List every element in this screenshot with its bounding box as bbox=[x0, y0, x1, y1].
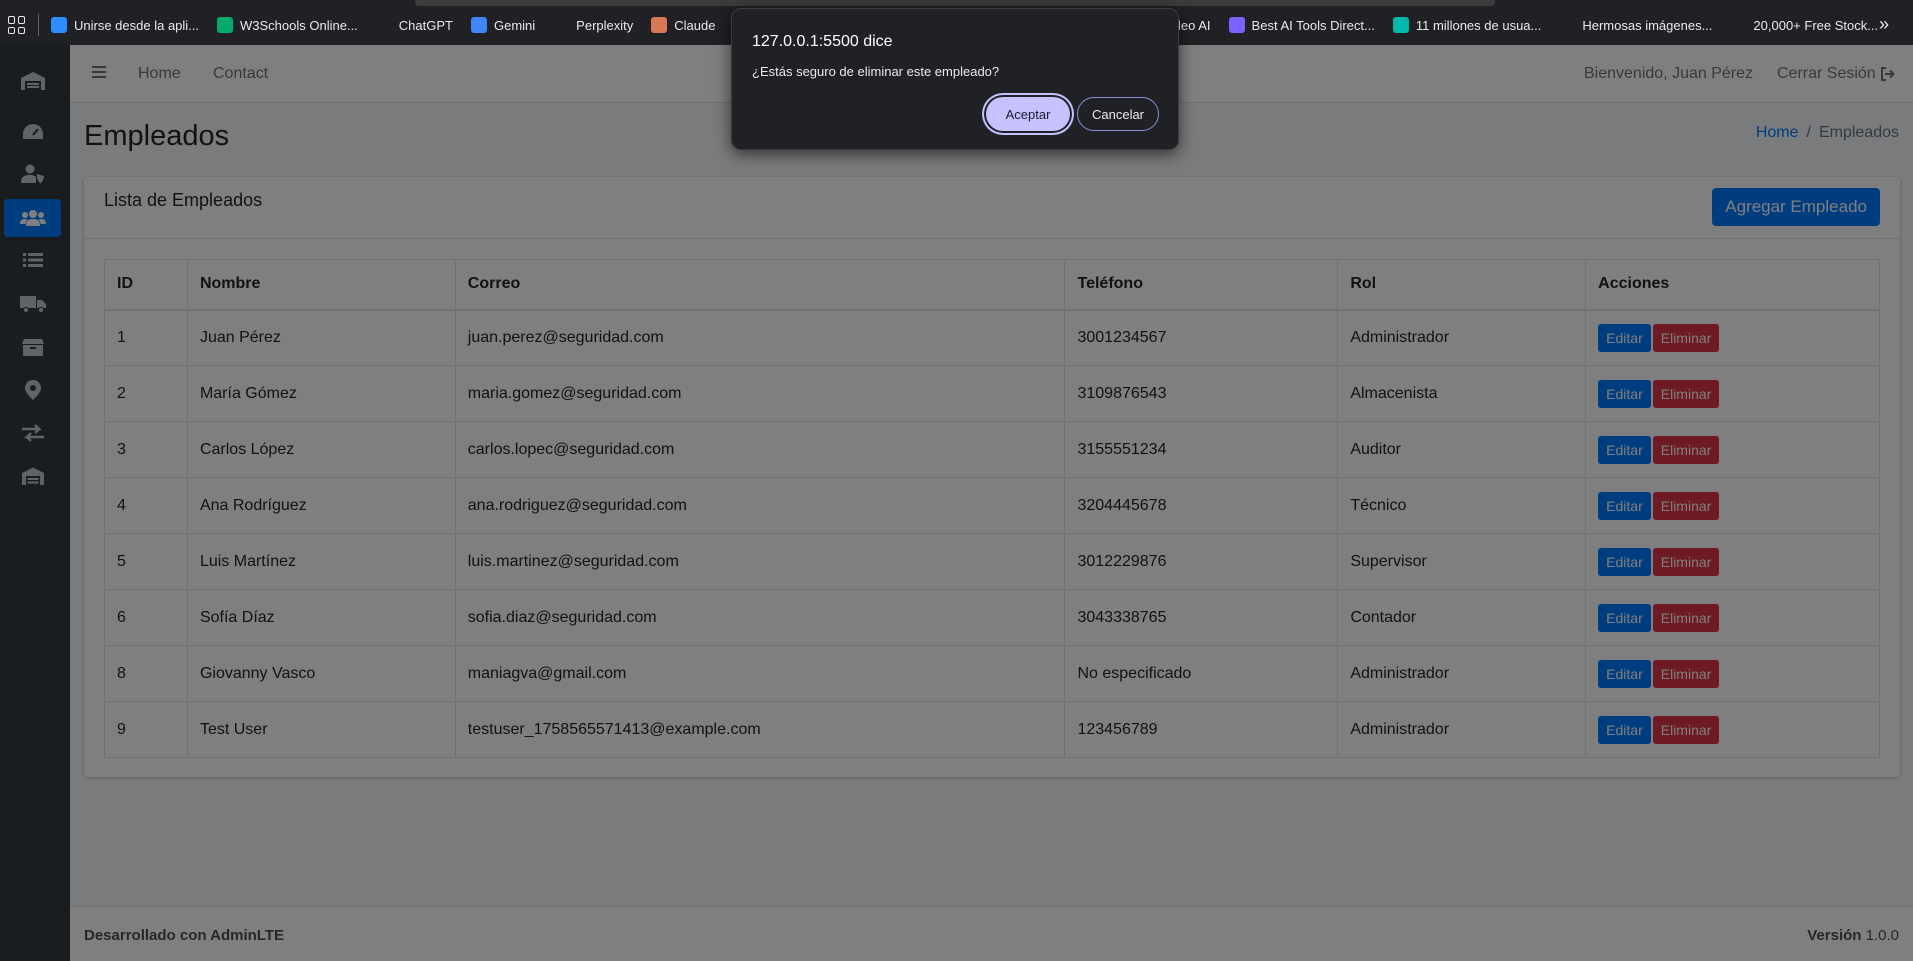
bookmark-left-3[interactable]: Gemini bbox=[470, 17, 536, 33]
bookmark-left-2[interactable]: ChatGPT bbox=[375, 17, 453, 33]
bookmark-left-1[interactable]: W3Schools Online... bbox=[217, 17, 358, 33]
bookmark-right-2[interactable]: 11 millones de usua... bbox=[1392, 17, 1542, 33]
bookmark-label: Claude bbox=[674, 17, 716, 33]
perplexity-icon bbox=[553, 17, 570, 33]
bookmark-right-1[interactable]: Best AI Tools Direct... bbox=[1228, 17, 1375, 33]
bookmark-label: Gemini bbox=[493, 17, 536, 33]
chatgpt-icon bbox=[375, 17, 392, 33]
cancel-button[interactable]: Cancelar bbox=[1077, 97, 1159, 131]
bookmark-left-0[interactable]: Unirse desde la apli... bbox=[51, 17, 199, 33]
modal-backdrop bbox=[70, 45, 1913, 961]
bookmark-label: 11 millones de usua... bbox=[1415, 17, 1542, 33]
zoom-icon bbox=[51, 17, 67, 33]
unsplash-icon bbox=[1559, 17, 1576, 33]
w3schools-icon bbox=[217, 17, 234, 33]
p-icon bbox=[1392, 17, 1409, 33]
bookmark-right-4[interactable]: 20,000+ Free Stock... bbox=[1730, 17, 1878, 33]
bookmark-label: W3Schools Online... bbox=[240, 17, 358, 33]
dialog-title: 127.0.0.1:5500 dice bbox=[752, 33, 893, 50]
bookmark-label: Hermosas imágenes... bbox=[1582, 17, 1713, 33]
ai-tools-icon bbox=[1228, 17, 1245, 33]
bookmark-label: Unirse desde la apli... bbox=[74, 17, 200, 33]
bookmark-left-5[interactable]: Claude bbox=[651, 17, 715, 33]
sidebar-backdrop bbox=[0, 45, 70, 961]
b-icon bbox=[1730, 17, 1747, 33]
gemini-icon bbox=[470, 17, 487, 33]
bookmark-left-4[interactable]: Perplexity bbox=[553, 17, 633, 33]
apps-grid-icon[interactable] bbox=[8, 16, 26, 34]
bookmarks-separator bbox=[38, 14, 39, 36]
bookmark-right-3[interactable]: Hermosas imágenes... bbox=[1559, 17, 1712, 33]
bookmark-label: Best AI Tools Direct... bbox=[1251, 17, 1375, 33]
dialog-message: ¿Estás seguro de eliminar este empleado? bbox=[752, 64, 1000, 79]
window-scrollbar bbox=[415, 0, 1495, 6]
confirm-dialog: 127.0.0.1:5500 dice ¿Estás seguro de eli… bbox=[731, 8, 1179, 150]
accept-button[interactable]: Aceptar bbox=[986, 97, 1070, 131]
claude-icon bbox=[651, 17, 668, 33]
bookmark-label: Perplexity bbox=[576, 17, 634, 33]
bookmark-label: ChatGPT bbox=[398, 17, 453, 33]
more-bookmarks-icon[interactable]: » bbox=[1879, 14, 1889, 35]
bookmark-label: 20,000+ Free Stock... bbox=[1753, 17, 1879, 33]
